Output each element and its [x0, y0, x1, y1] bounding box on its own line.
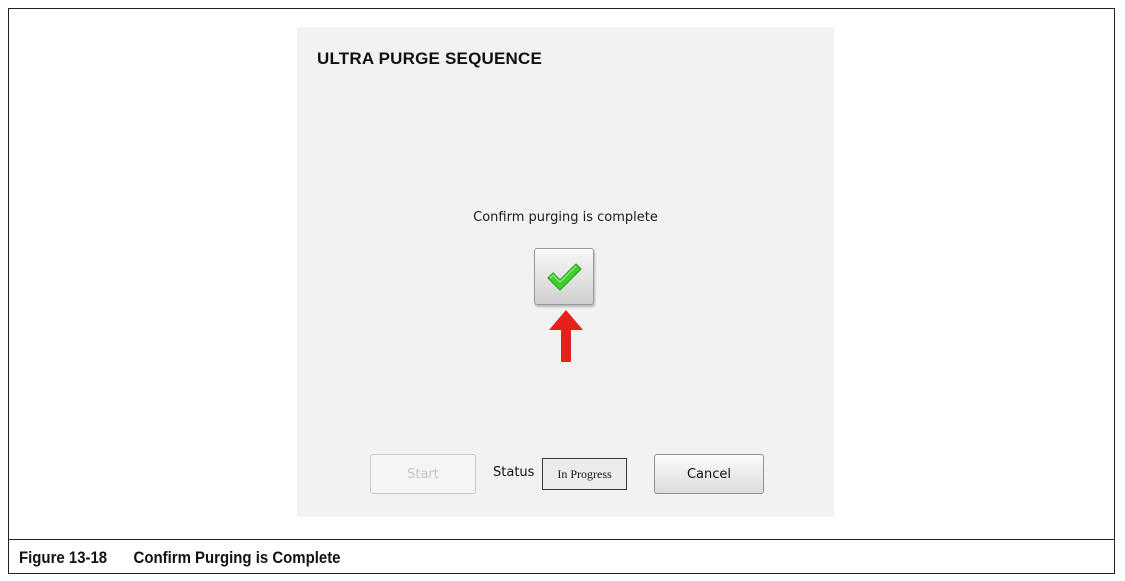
confirm-purge-button[interactable]: [534, 248, 594, 305]
status-label: Status: [493, 465, 535, 480]
red-up-arrow-icon: [549, 310, 583, 362]
dialog-title: ULTRA PURGE SEQUENCE: [317, 49, 543, 68]
confirm-prompt: Confirm purging is complete: [473, 210, 658, 225]
status-field: In Progress: [542, 458, 627, 490]
figure-title: Confirm Purging is Complete: [133, 548, 341, 567]
dialog-action-bar: Start Status In Progress Cancel: [297, 454, 834, 496]
start-button[interactable]: Start: [370, 454, 476, 494]
caption-divider: [8, 539, 1115, 540]
cancel-button[interactable]: Cancel: [654, 454, 764, 494]
green-checkmark-icon: [547, 262, 582, 291]
figure-caption: Figure 13-18 Confirm Purging is Complete: [19, 548, 341, 568]
figure-number: Figure 13-18: [19, 548, 108, 567]
ultra-purge-dialog: ULTRA PURGE SEQUENCE Confirm purging is …: [297, 27, 834, 517]
